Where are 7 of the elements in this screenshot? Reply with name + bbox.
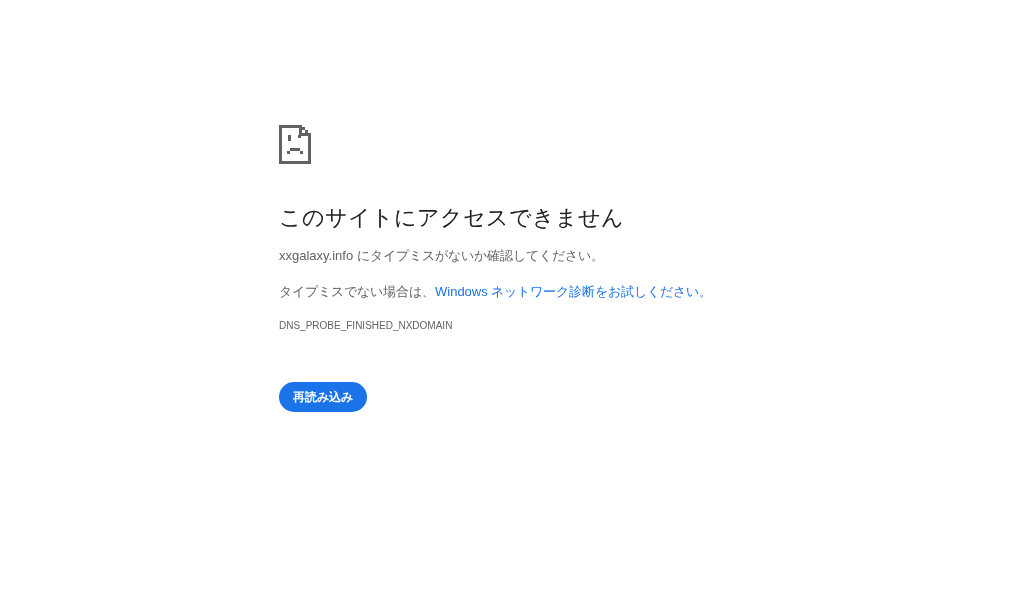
sad-page-icon xyxy=(279,125,311,164)
typo-hint-text: xxgalaxy.info にタイプミスがないか確認してください。 xyxy=(279,247,604,265)
suggestion-text: タイプミスでない場合は、Windows ネットワーク診断をお試しください。 xyxy=(279,283,713,301)
error-code: DNS_PROBE_FINISHED_NXDOMAIN xyxy=(279,319,453,333)
reload-button[interactable]: 再読み込み xyxy=(279,382,367,412)
network-diagnostics-link[interactable]: Windows ネットワーク診断をお試しください。 xyxy=(435,284,713,299)
error-title: このサイトにアクセスできません xyxy=(279,204,624,232)
